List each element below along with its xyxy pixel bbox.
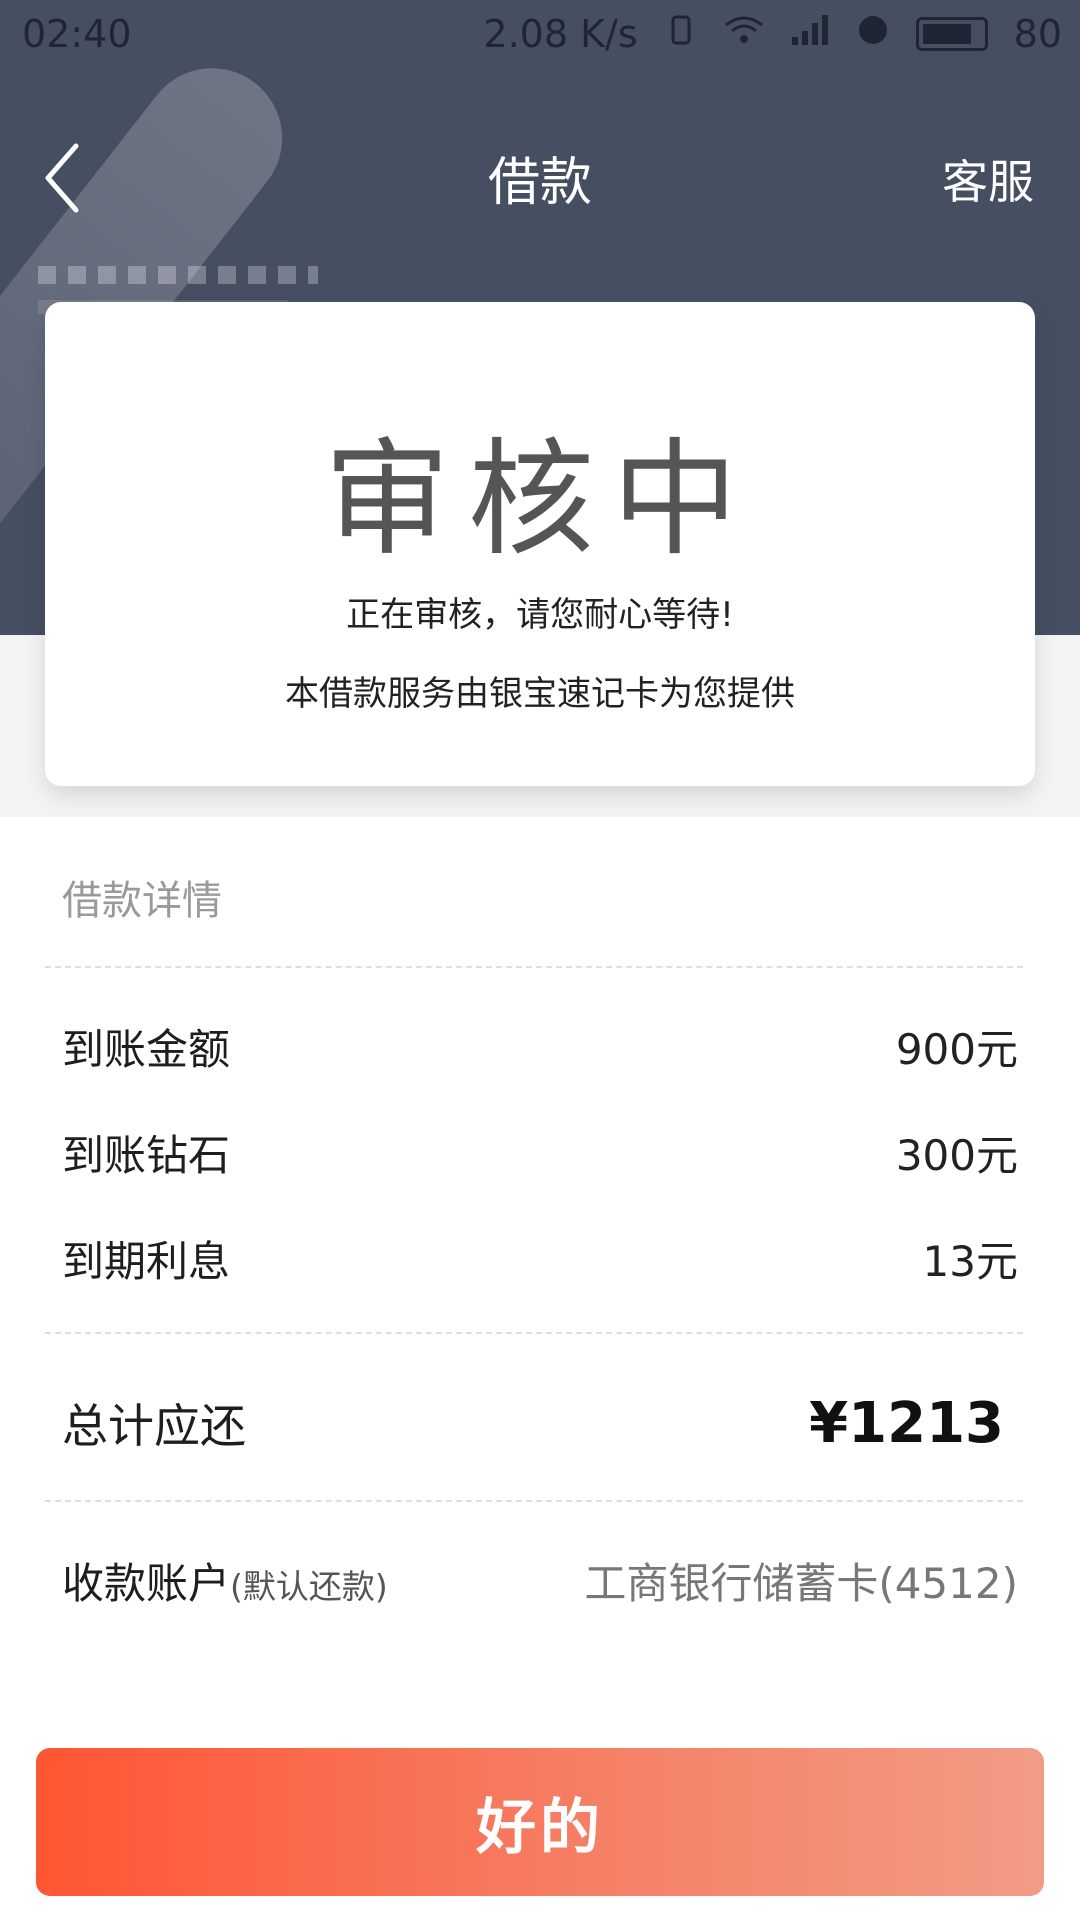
page-title: 借款	[487, 153, 592, 213]
account-label-group: 收款账户(默认还款)	[62, 1550, 388, 1611]
section-title: 借款详情	[62, 878, 222, 924]
divider	[45, 1500, 1023, 1502]
status-bar: 02:40 2.08 K/s 80	[0, 0, 1080, 66]
status-icons: 2.08 K/s 80	[483, 12, 1062, 56]
detail-label: 到账钻石	[62, 1130, 231, 1180]
detail-label: 到期利息	[62, 1236, 231, 1286]
total-row: 总计应还 ¥1213	[62, 1388, 1018, 1458]
navigation-bar: 借款 客服	[0, 118, 1080, 238]
decorative-dashes	[38, 266, 318, 284]
total-label: 总计应还	[62, 1399, 246, 1453]
detail-row: 到期利息 13元	[62, 1228, 1018, 1288]
detail-row: 到账钻石 300元	[62, 1122, 1018, 1182]
divider	[45, 966, 1023, 968]
divider	[45, 1332, 1023, 1334]
notification-icon	[856, 12, 890, 56]
provider-note: 本借款服务由银宝速记卡为您提供	[285, 674, 795, 714]
wifi-icon	[724, 12, 764, 56]
network-speed: 2.08 K/s	[483, 12, 638, 56]
signal-icon	[790, 12, 830, 56]
detail-label: 到账金额	[62, 1024, 231, 1074]
vibrate-icon	[664, 12, 698, 56]
account-row: 收款账户(默认还款) 工商银行储蓄卡(4512)	[62, 1548, 1018, 1612]
battery-level: 80	[1013, 12, 1062, 56]
account-label: 收款账户	[62, 1558, 231, 1608]
account-value: 工商银行储蓄卡(4512)	[584, 1558, 1018, 1608]
status-card: 审核中 正在审核，请您耐心等待! 本借款服务由银宝速记卡为您提供	[45, 302, 1035, 786]
review-message: 正在审核，请您耐心等待!	[346, 595, 734, 635]
account-note: (默认还款)	[230, 1566, 388, 1606]
review-status: 审核中	[324, 426, 756, 573]
customer-service-button[interactable]: 客服	[942, 146, 1034, 212]
detail-value: 13元	[922, 1236, 1018, 1286]
battery-icon	[915, 17, 988, 51]
ok-button[interactable]: 好的	[36, 1748, 1044, 1896]
detail-value: 300元	[895, 1130, 1018, 1180]
status-time: 02:40	[22, 12, 132, 56]
total-amount: ¥1213	[809, 1390, 1004, 1456]
detail-value: 900元	[895, 1024, 1018, 1074]
detail-row: 到账金额 900元	[62, 1016, 1018, 1076]
